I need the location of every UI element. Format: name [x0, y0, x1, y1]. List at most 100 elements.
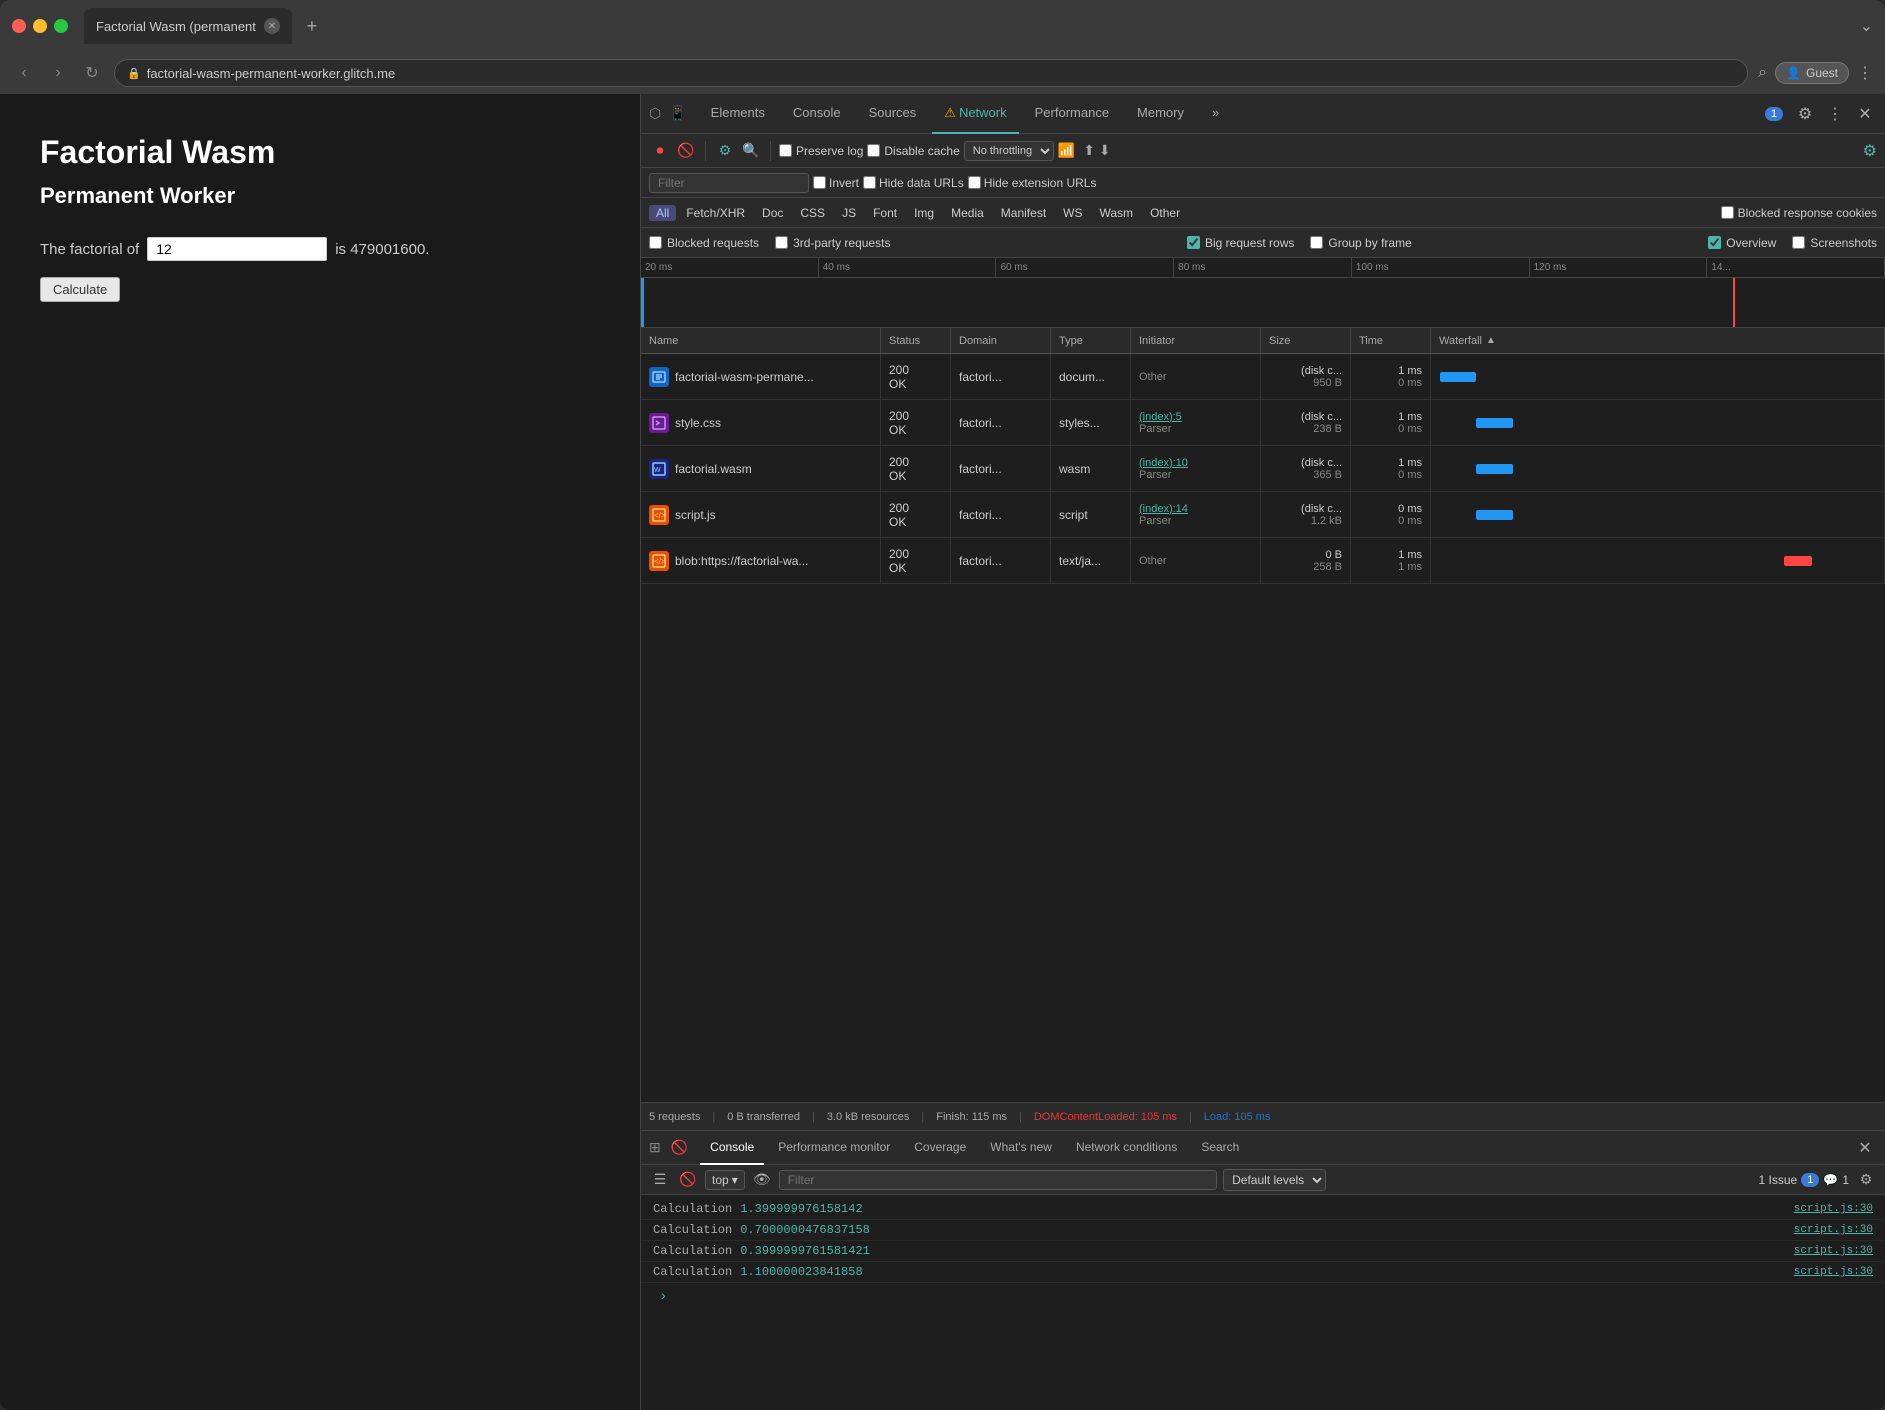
- console-eye-icon[interactable]: 👁: [751, 1169, 773, 1191]
- levels-select[interactable]: Default levels: [1223, 1169, 1326, 1191]
- console-panel-icon[interactable]: ⊞: [649, 1139, 661, 1156]
- devtools-kebab-icon[interactable]: ⋮: [1823, 102, 1847, 126]
- record-button[interactable]: ⏺: [649, 140, 671, 162]
- big-rows-input[interactable]: [1187, 236, 1200, 249]
- guest-button[interactable]: 👤 Guest: [1775, 62, 1849, 84]
- th-time[interactable]: Time: [1351, 328, 1431, 353]
- console-tab-perf-monitor[interactable]: Performance monitor: [768, 1131, 900, 1165]
- tab-more[interactable]: »: [1200, 94, 1231, 134]
- group-frame-input[interactable]: [1310, 236, 1323, 249]
- disable-cache-checkbox[interactable]: Disable cache: [867, 144, 959, 158]
- third-party-input[interactable]: [775, 236, 788, 249]
- throttle-select[interactable]: No throttling: [964, 141, 1054, 161]
- console-link-1[interactable]: script.js:30: [1794, 1203, 1873, 1215]
- offline-icon[interactable]: 📶: [1058, 142, 1075, 159]
- initiator-link-js[interactable]: (index):14: [1139, 503, 1188, 515]
- new-tab-button[interactable]: +: [298, 12, 326, 40]
- type-filter-js[interactable]: JS: [835, 205, 863, 221]
- traffic-light-green[interactable]: [54, 19, 68, 33]
- console-link-4[interactable]: script.js:30: [1794, 1266, 1873, 1278]
- third-party-checkbox[interactable]: 3rd-party requests: [775, 236, 890, 250]
- group-frame-checkbox[interactable]: Group by frame: [1310, 236, 1411, 250]
- overview-input[interactable]: [1708, 236, 1721, 249]
- context-selector[interactable]: top ▾: [705, 1170, 745, 1190]
- th-waterfall[interactable]: Waterfall ▲: [1431, 328, 1885, 353]
- tab-close-button[interactable]: ✕: [264, 18, 280, 34]
- clear-button[interactable]: 🚫: [675, 140, 697, 162]
- type-filter-manifest[interactable]: Manifest: [994, 205, 1053, 221]
- type-filter-css[interactable]: CSS: [793, 205, 832, 221]
- blocked-cookies-label[interactable]: Blocked response cookies: [1721, 206, 1877, 220]
- devtools-device-icon[interactable]: 📱: [669, 105, 686, 122]
- filter-button[interactable]: ⚙: [714, 140, 736, 162]
- hide-ext-urls-checkbox[interactable]: Hide extension URLs: [968, 176, 1097, 190]
- table-row[interactable]: style.css 200 OK factori... styles...: [641, 400, 1885, 446]
- calculate-button[interactable]: Calculate: [40, 277, 120, 302]
- blocked-cookies-input[interactable]: [1721, 206, 1734, 219]
- overview-checkbox[interactable]: Overview: [1708, 236, 1776, 250]
- type-filter-doc[interactable]: Doc: [755, 205, 790, 221]
- console-link-3[interactable]: script.js:30: [1794, 1245, 1873, 1257]
- menu-dots-icon[interactable]: ⋮: [1857, 63, 1873, 83]
- console-close-button[interactable]: ✕: [1853, 1136, 1877, 1160]
- traffic-light-yellow[interactable]: [33, 19, 47, 33]
- traffic-light-red[interactable]: [12, 19, 26, 33]
- disable-cache-input[interactable]: [867, 144, 880, 157]
- console-tab-coverage[interactable]: Coverage: [904, 1131, 976, 1165]
- console-tab-console[interactable]: Console: [700, 1131, 764, 1165]
- th-status[interactable]: Status: [881, 328, 951, 353]
- issues-badge[interactable]: 1: [1765, 107, 1783, 121]
- console-filter-input[interactable]: [779, 1170, 1217, 1190]
- screenshots-input[interactable]: [1792, 236, 1805, 249]
- devtools-settings-icon[interactable]: ⚙: [1793, 102, 1817, 126]
- type-filter-other[interactable]: Other: [1143, 205, 1187, 221]
- type-filter-media[interactable]: Media: [944, 205, 991, 221]
- type-filter-img[interactable]: Img: [907, 205, 941, 221]
- screenshots-checkbox[interactable]: Screenshots: [1792, 236, 1877, 250]
- table-row[interactable]: </> blob:https://factorial-wa... 200 OK …: [641, 538, 1885, 584]
- big-rows-checkbox[interactable]: Big request rows: [1187, 236, 1294, 250]
- tab-network[interactable]: ⚠ Network: [932, 94, 1018, 134]
- console-link-2[interactable]: script.js:30: [1794, 1224, 1873, 1236]
- console-expand-icon[interactable]: ›: [653, 1285, 674, 1305]
- initiator-link-css[interactable]: (index):5: [1139, 411, 1182, 423]
- hide-ext-urls-input[interactable]: [968, 176, 981, 189]
- type-filter-ws[interactable]: WS: [1056, 205, 1089, 221]
- tab-performance[interactable]: Performance: [1023, 94, 1121, 134]
- forward-button[interactable]: ›: [46, 64, 70, 82]
- type-filter-wasm[interactable]: Wasm: [1093, 205, 1141, 221]
- th-domain[interactable]: Domain: [951, 328, 1051, 353]
- blocked-requests-checkbox[interactable]: Blocked requests: [649, 236, 759, 250]
- zoom-icon[interactable]: ⌕: [1758, 64, 1767, 82]
- invert-checkbox[interactable]: Invert: [813, 176, 859, 190]
- th-type[interactable]: Type: [1051, 328, 1131, 353]
- devtools-close-icon[interactable]: ✕: [1853, 102, 1877, 126]
- type-filter-font[interactable]: Font: [866, 205, 904, 221]
- tab-console[interactable]: Console: [781, 94, 853, 134]
- network-settings-icon[interactable]: ⚙: [1863, 141, 1877, 161]
- console-clear-icon[interactable]: 🚫: [677, 1169, 699, 1191]
- console-sidebar-icon[interactable]: ☰: [649, 1169, 671, 1191]
- invert-input[interactable]: [813, 176, 826, 189]
- initiator-link-wasm[interactable]: (index):10: [1139, 457, 1188, 469]
- table-row[interactable]: W factorial.wasm 200 OK factori... wa: [641, 446, 1885, 492]
- preserve-log-input[interactable]: [779, 144, 792, 157]
- preserve-log-checkbox[interactable]: Preserve log: [779, 144, 863, 158]
- blocked-requests-input[interactable]: [649, 236, 662, 249]
- browser-tab-active[interactable]: Factorial Wasm (permanent ✕: [84, 8, 292, 44]
- refresh-button[interactable]: ↻: [80, 63, 104, 83]
- type-filter-fetch-xhr[interactable]: Fetch/XHR: [679, 205, 752, 221]
- console-tab-search[interactable]: Search: [1191, 1131, 1249, 1165]
- tab-expand-button[interactable]: ⌄: [1860, 16, 1873, 36]
- table-row[interactable]: </> script.js 200 OK factori... scrip: [641, 492, 1885, 538]
- th-name[interactable]: Name: [641, 328, 881, 353]
- tab-elements[interactable]: Elements: [699, 94, 777, 134]
- console-settings-icon[interactable]: ⚙: [1855, 1169, 1877, 1191]
- hide-data-urls-input[interactable]: [863, 176, 876, 189]
- tab-memory[interactable]: Memory: [1125, 94, 1196, 134]
- search-button[interactable]: 🔍: [740, 140, 762, 162]
- hide-data-urls-checkbox[interactable]: Hide data URLs: [863, 176, 964, 190]
- th-size[interactable]: Size: [1261, 328, 1351, 353]
- back-button[interactable]: ‹: [12, 64, 36, 82]
- factorial-input[interactable]: [147, 237, 327, 261]
